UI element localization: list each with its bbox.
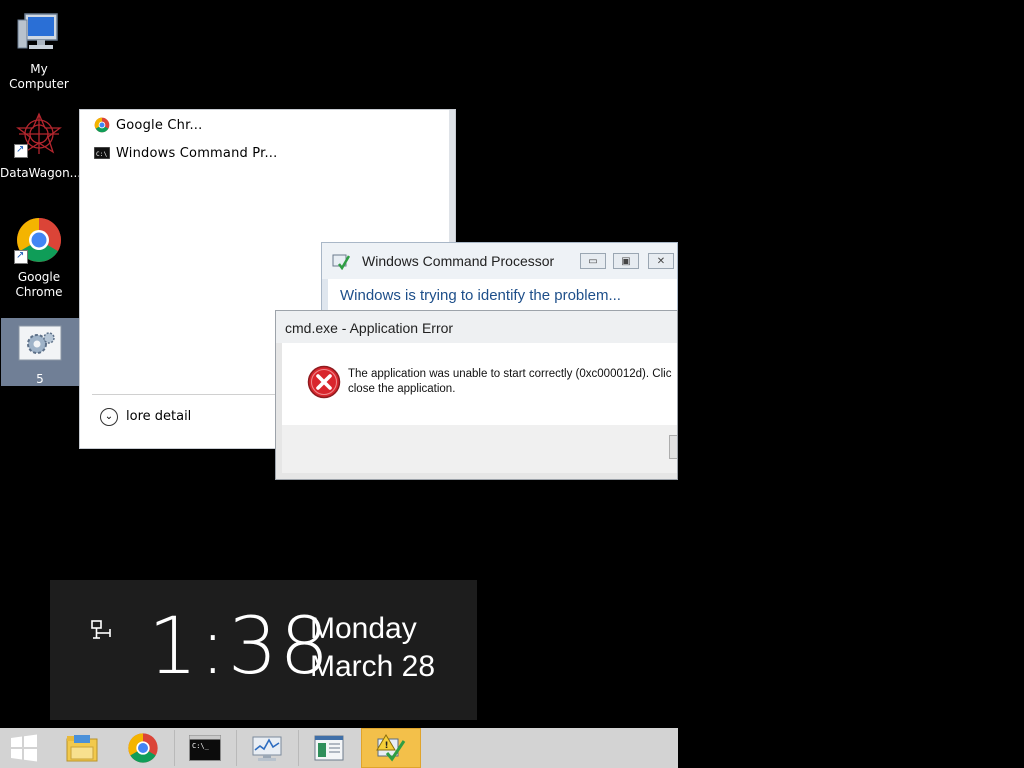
maximize-button[interactable]: ▣	[613, 253, 639, 269]
taskbar-performance-monitor[interactable]	[237, 728, 297, 768]
clock-day: Monday	[310, 612, 417, 645]
status-message: Windows is trying to identify the proble…	[340, 287, 621, 304]
start-button[interactable]	[0, 728, 50, 768]
desktop-icon-label-line1: Google	[17, 270, 61, 284]
chrome-icon	[94, 117, 110, 133]
desktop-icon-google-chrome[interactable]: Google Chrome	[0, 216, 78, 300]
error-message-line2: close the application.	[348, 383, 456, 395]
application-error-dialog[interactable]: cmd.exe - Application Error The applicat…	[275, 310, 678, 480]
svg-text:!: !	[385, 741, 389, 751]
shortcut-arrow-icon	[14, 248, 28, 264]
clock-time: 1:38	[148, 602, 332, 692]
performance-monitor-icon	[252, 736, 282, 761]
jump-list-item-label: Windows Command Pr...	[116, 146, 278, 161]
clock-overlay: 1:38 Monday March 28	[50, 580, 477, 720]
chevron-down-icon: ⌄	[100, 408, 118, 426]
clock-date: March 28	[310, 650, 436, 683]
close-button[interactable]: ✕	[648, 253, 674, 269]
desktop-icon-settings-shortcut[interactable]: 5	[1, 318, 79, 386]
windows-logo-icon	[11, 734, 37, 762]
taskbar: C:\_ !	[0, 728, 678, 768]
command-prompt-icon: C:\_	[189, 735, 221, 761]
desktop-icon-label-line2: Chrome	[15, 285, 63, 299]
taskbar-event-viewer[interactable]	[299, 728, 359, 768]
svg-text:C:\: C:\	[96, 151, 108, 158]
dialog-title: cmd.exe - Application Error	[285, 320, 454, 336]
folder-icon	[66, 735, 98, 762]
command-prompt-icon: C:\	[94, 147, 110, 159]
dialog-footer	[282, 425, 677, 473]
taskbar-file-explorer[interactable]	[52, 728, 112, 768]
computer-icon	[17, 13, 58, 49]
desktop-icon-label: My Computer	[9, 62, 69, 91]
event-viewer-icon	[314, 735, 344, 761]
action-center-warning-icon: !	[376, 734, 406, 762]
taskbar-chrome[interactable]	[113, 728, 173, 768]
dialog-titlebar[interactable]: cmd.exe - Application Error	[276, 311, 677, 343]
svg-text:C:\_: C:\_	[192, 742, 210, 750]
dialog-body: The application was unable to start corr…	[282, 343, 677, 425]
window-title: Windows Command Processor	[362, 253, 555, 269]
desktop-icon-datawagon[interactable]: DataWagon...	[0, 112, 82, 182]
minimize-button[interactable]: ▭	[580, 253, 606, 269]
more-detail-label: lore detail	[126, 409, 192, 424]
desktop-icon-label: 5	[36, 372, 44, 386]
error-message: The application was unable to start corr…	[348, 367, 671, 397]
window-titlebar[interactable]: Windows Command Processor ▭ ▣ ✕	[322, 243, 677, 279]
error-x-icon	[307, 365, 341, 399]
ok-button[interactable]	[669, 435, 677, 459]
taskbar-action-center[interactable]: !	[361, 728, 421, 768]
desktop-icon-my-computer[interactable]: My Computer	[0, 8, 78, 91]
command-processor-app-icon	[332, 254, 350, 270]
network-icon	[91, 620, 111, 639]
taskbar-command-prompt[interactable]: C:\_	[175, 728, 235, 768]
shortcut-arrow-icon	[14, 142, 28, 158]
gear-settings-icon	[18, 325, 62, 361]
chrome-icon	[128, 733, 158, 763]
jump-list-item-label: Google Chr...	[116, 118, 203, 133]
error-message-line1: The application was unable to start corr…	[348, 368, 672, 380]
desktop-icon-label: DataWagon...	[0, 166, 82, 180]
